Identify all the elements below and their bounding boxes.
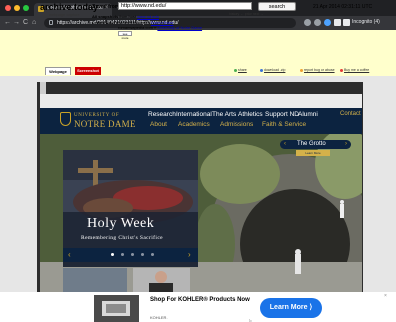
back-button[interactable]: ←	[4, 18, 11, 27]
carousel-dot[interactable]	[131, 253, 134, 256]
archive-tagline: webpage capture	[49, 12, 80, 17]
nav-admissions[interactable]: Admissions	[220, 121, 253, 128]
all-snapshots-label: All snapshots	[92, 14, 119, 19]
grotto-prev-button[interactable]: ‹	[284, 140, 286, 149]
nav-contact[interactable]: Contact	[340, 111, 361, 117]
star-icon[interactable]	[314, 19, 321, 26]
nav-faith-service[interactable]: Faith & Service	[262, 121, 306, 128]
carousel-dot[interactable]	[151, 253, 154, 256]
share-icon	[234, 68, 237, 72]
nav-athletics[interactable]: Athletics	[238, 111, 263, 118]
nav-about[interactable]: About	[150, 121, 167, 128]
archive-date: 21 Apr 2014 02:31:11 UTC	[313, 4, 373, 10]
tab-webpage[interactable]: Webpage	[45, 67, 71, 75]
maximize-window-button[interactable]	[23, 5, 29, 11]
report-label: report bug or abuse	[304, 68, 335, 72]
carousel-prev-button[interactable]: ‹	[68, 250, 71, 260]
grotto-learn-more-button[interactable]: Learn More	[296, 150, 330, 156]
linked-link-2[interactable]: University of Notre Dame	[157, 25, 202, 30]
nav-alumni[interactable]: Alumni	[298, 111, 318, 118]
ad-title[interactable]: Shop For KOHLER® Products Now	[150, 297, 250, 303]
saved-url-field[interactable]: http://www.nd.edu/	[118, 2, 252, 10]
share-label: share	[238, 68, 247, 72]
download-link[interactable]: download .zip	[260, 68, 285, 72]
reload-button[interactable]: C	[23, 18, 28, 27]
carousel-next-button[interactable]: ›	[188, 250, 191, 260]
download-label: download .zip	[264, 68, 286, 72]
nd-logo-notre-dame[interactable]: NOTRE DAME	[74, 119, 136, 129]
hero-title[interactable]: Holy Week	[87, 216, 154, 232]
incognito-label[interactable]: Incognito (4)	[352, 19, 380, 25]
home-button[interactable]: ⌂	[32, 18, 36, 27]
puzzle-icon[interactable]	[334, 19, 341, 26]
hero-subtitle: Remembering Christ's Sacrifice	[81, 235, 164, 241]
nav-research[interactable]: Research	[148, 111, 176, 118]
news-thumbnail[interactable]	[63, 268, 127, 292]
grotto-title[interactable]: The Grotto	[297, 141, 326, 147]
ad-product-image[interactable]	[94, 295, 139, 322]
nav-international[interactable]: International	[176, 111, 212, 118]
saved-from-label: Saved from	[92, 4, 120, 10]
carousel-dot[interactable]	[141, 253, 144, 256]
tab-screenshot[interactable]: Screenshot	[75, 67, 101, 75]
nav-academics[interactable]: Academics	[178, 121, 210, 128]
nav-support-nd[interactable]: Support ND	[265, 111, 299, 118]
close-window-button[interactable]	[5, 5, 11, 11]
report-icon	[300, 68, 303, 72]
search-button[interactable]: search	[258, 2, 296, 11]
grotto-next-button[interactable]: ›	[345, 140, 347, 149]
ad-learn-more-button[interactable]: Learn More ⟩	[260, 298, 322, 318]
browser-window: University of Notre Dame × + ← → C ⌂ htt…	[0, 0, 396, 322]
history-links[interactable]: history ← prior next →	[229, 12, 264, 16]
forward-button[interactable]: →	[13, 18, 20, 27]
see-more-button[interactable]: see more	[118, 31, 132, 40]
report-link[interactable]: report bug or abuse	[300, 68, 335, 72]
nd-top-strip	[40, 94, 362, 108]
donate-link[interactable]: Buy me a coffee	[340, 68, 369, 72]
lock-icon	[49, 20, 53, 25]
extension-icon[interactable]	[324, 19, 331, 26]
archive-logo[interactable]: archive.today	[40, 2, 98, 12]
carousel-dot[interactable]	[111, 253, 114, 256]
all-snapshots-line: All snapshots from host www.nd.edu	[92, 14, 159, 19]
nd-logo-university-of[interactable]: UNIVERSITY OF	[74, 113, 119, 118]
all-snapshots-from: from host	[119, 14, 137, 19]
sidebar-icon[interactable]	[343, 19, 350, 26]
share-link[interactable]: share	[234, 68, 247, 72]
nd-seal-icon[interactable]	[60, 112, 71, 126]
all-snapshots-host-link[interactable]: www.nd.edu	[137, 14, 159, 19]
download-icon	[260, 68, 263, 72]
ad-brand: KOHLER.	[150, 315, 168, 320]
linked-from-label: Linked from	[92, 20, 115, 25]
linked-from-line-2: romanwapedia.com » University of Notre D…	[118, 25, 202, 30]
ad-close-icon[interactable]: ×	[384, 293, 387, 299]
heart-icon	[340, 68, 343, 72]
donate-label: Buy me a coffee	[344, 68, 370, 72]
ad-info-icon[interactable]: ▷	[249, 318, 252, 322]
linked-site-2[interactable]: romanwapedia.com »	[118, 25, 156, 30]
minimize-window-button[interactable]	[14, 5, 20, 11]
page-scroll-marker	[40, 82, 46, 94]
news-thumbnail-person[interactable]	[133, 268, 190, 292]
extension-icon[interactable]	[304, 19, 311, 26]
nav-the-arts[interactable]: The Arts	[212, 111, 236, 118]
carousel-dot[interactable]	[121, 253, 124, 256]
